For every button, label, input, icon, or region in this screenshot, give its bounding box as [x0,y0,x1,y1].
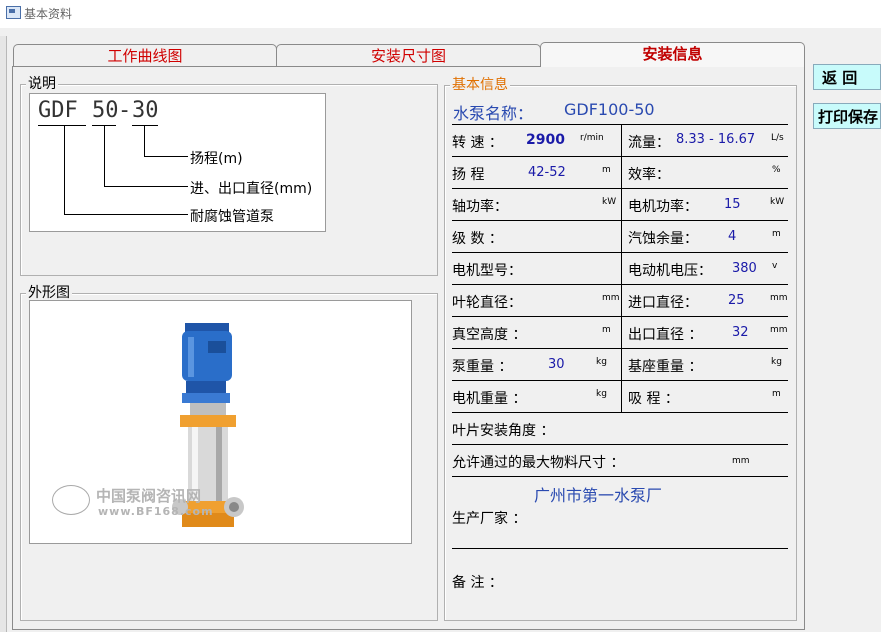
max-size-unit: mm [732,456,750,466]
remark-label: 备 注 ： [452,575,503,591]
motor-weight-label: 电机重量 ： [452,391,527,407]
connector-h-type [64,214,188,215]
shape-group-label: 外形图 [26,285,72,301]
npsh-unit: m [772,229,781,239]
inlet-dia-value: 25 [728,293,745,308]
motor-voltage-label: 电动机电压： [628,263,712,279]
grid-line [452,188,788,189]
explain-diameter: 进、出口直径(mm) [190,181,313,197]
grid-line [452,124,788,125]
model-code-end: 30 [132,98,159,123]
left-edge [0,36,7,632]
explain-head: 扬程(m) [190,151,243,167]
watermark-text: 中国泵阀咨讯网 [96,487,202,505]
efficiency-label: 效率： [628,167,670,183]
tab-install-size[interactable]: 安装尺寸图 [276,44,541,67]
explain-box: GDF 50 - 30 扬程(m) 进、出口直径(mm) 耐腐蚀管道泵 [29,93,326,232]
tab-install-info[interactable]: 安装信息 [540,42,805,67]
grid-line [452,316,788,317]
impeller-dia-label: 叶轮直径： [452,295,522,311]
outlet-dia-label: 出口直径 ： [628,327,703,343]
head-label: 扬 程 [452,167,485,183]
vacuum-height-label: 真空高度 ： [452,327,527,343]
outlet-dia-value: 32 [732,325,749,340]
grid-divider [621,124,622,412]
model-code-mid: 50 [92,98,119,123]
title-bar: 基本资料 [0,0,881,28]
base-weight-unit: kg [771,357,782,367]
grid-line [452,348,788,349]
grid-line [452,156,788,157]
efficiency-unit: % [772,165,781,175]
head-unit: m [602,165,611,175]
pump-image-box: 中国泵阀咨讯网 www.BF168.com [29,300,412,544]
motor-voltage-unit: v [772,261,778,271]
underline-prefix [38,125,86,126]
connector-v-head [144,126,145,157]
motor-model-label: 电机型号： [452,263,522,279]
pump-weight-value: 30 [548,357,565,372]
model-code-prefix: GDF [38,98,78,123]
flow-value: 8.33 - 16.67 [676,132,756,147]
grid-line [452,476,788,477]
outlet-dia-unit: mm [770,325,788,335]
explain-type: 耐腐蚀管道泵 [190,209,274,225]
pump-name-label: 水泵名称： [453,104,534,123]
grid-line [452,444,788,445]
grid-line [452,220,788,221]
grid-line [452,284,788,285]
explain-group-label: 说明 [26,76,58,92]
motor-voltage-value: 380 [732,261,757,276]
motor-power-value: 15 [724,197,741,212]
shaft-power-unit: kW [602,197,617,207]
npsh-label: 汽蚀余量： [628,231,698,247]
speed-unit: r/min [580,133,604,143]
model-code-dash: - [118,98,132,123]
print-save-button[interactable]: 打印保存 [813,103,881,129]
blade-angle-label: 叶片安装角度 ： [452,423,555,439]
grid-line [452,412,788,413]
flow-label: 流量： [628,135,670,151]
speed-label: 转 速 ： [452,135,503,151]
impeller-dia-unit: mm [602,293,620,303]
flow-unit: L/s [771,133,784,143]
watermark-logo-icon [52,485,90,515]
speed-value: 2900 [526,132,565,148]
inlet-dia-label: 进口直径： [628,295,698,311]
connector-h-head [144,156,188,157]
motor-power-unit: kW [770,197,785,207]
base-weight-label: 基座重量 ： [628,359,703,375]
back-button[interactable]: 返 回 [813,64,881,90]
tab-work-curve[interactable]: 工作曲线图 [13,44,277,67]
window-title: 基本资料 [24,7,73,21]
npsh-value: 4 [728,229,737,244]
window-icon [6,6,21,19]
watermark-url: www.BF168.com [98,505,214,518]
connector-v-type [64,126,65,215]
head-value: 42-52 [528,165,566,180]
info-group-label: 基本信息 [450,77,510,93]
underline-end [132,125,158,126]
grid-line [452,548,788,549]
grid-line [452,380,788,381]
grid-line [452,252,788,253]
motor-power-label: 电机功率： [628,199,698,215]
suction-unit: m [772,389,781,399]
connector-v-diameter [104,126,105,187]
inlet-dia-unit: mm [770,293,788,303]
suction-label: 吸 程 ： [628,391,679,407]
connector-h-diameter [104,186,188,187]
manufacturer-label: 生产厂家 ： [452,511,527,527]
manufacturer-value: 广州市第一水泵厂 [534,486,663,505]
motor-weight-unit: kg [596,389,607,399]
pump-weight-unit: kg [596,357,607,367]
stages-label: 级 数 ： [452,231,503,247]
vacuum-height-unit: m [602,325,611,335]
pump-weight-label: 泵重量 ： [452,359,513,375]
max-size-label: 允许通过的最大物料尺寸 ： [452,455,625,471]
pump-name-value: GDF100-50 [564,100,655,119]
shaft-power-label: 轴功率： [452,199,508,215]
